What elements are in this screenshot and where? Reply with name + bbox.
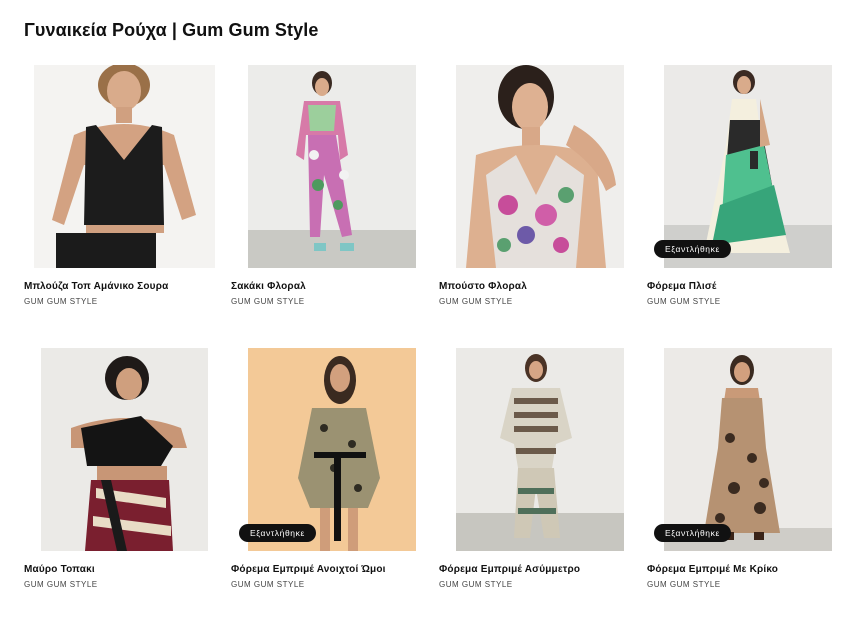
product-name[interactable]: Μπλούζα Τοπ Αμάνικο Σουρα — [24, 281, 168, 292]
product-name[interactable]: Φόρεμα Εμπριμέ Ανοιχτοί Ώμοι — [231, 564, 386, 575]
product-brand: GUM GUM STYLE — [231, 580, 305, 589]
product-brand: GUM GUM STYLE — [24, 297, 98, 306]
product-brand: GUM GUM STYLE — [439, 580, 513, 589]
product-image[interactable] — [34, 65, 215, 268]
product-name[interactable]: Σακάκι Φλοραλ — [231, 281, 306, 292]
product-name[interactable]: Φόρεμα Πλισέ — [647, 281, 717, 292]
product-brand: GUM GUM STYLE — [231, 297, 305, 306]
sold-out-badge: Εξαντλήθηκε — [654, 524, 731, 542]
page-title: Γυναικεία Ρούχα | Gum Gum Style — [24, 20, 319, 40]
product-image[interactable] — [248, 348, 416, 551]
product-name[interactable]: Μαύρο Τοπακι — [24, 564, 95, 575]
product-image[interactable] — [664, 65, 832, 268]
sold-out-badge: Εξαντλήθηκε — [654, 240, 731, 258]
product-name[interactable]: Φόρεμα Εμπριμέ Ασύμμετρο — [439, 564, 580, 575]
sold-out-badge: Εξαντλήθηκε — [239, 524, 316, 542]
product-image[interactable] — [248, 65, 416, 268]
product-image[interactable] — [664, 348, 832, 551]
product-image[interactable] — [41, 348, 208, 551]
product-brand: GUM GUM STYLE — [24, 580, 98, 589]
product-brand: GUM GUM STYLE — [647, 297, 721, 306]
product-brand: GUM GUM STYLE — [439, 297, 513, 306]
product-image[interactable] — [456, 348, 624, 551]
product-name[interactable]: Φόρεμα Εμπριμέ Με Κρίκο — [647, 564, 778, 575]
product-name[interactable]: Μπούστο Φλοραλ — [439, 281, 527, 292]
product-image[interactable] — [456, 65, 624, 268]
product-brand: GUM GUM STYLE — [647, 580, 721, 589]
